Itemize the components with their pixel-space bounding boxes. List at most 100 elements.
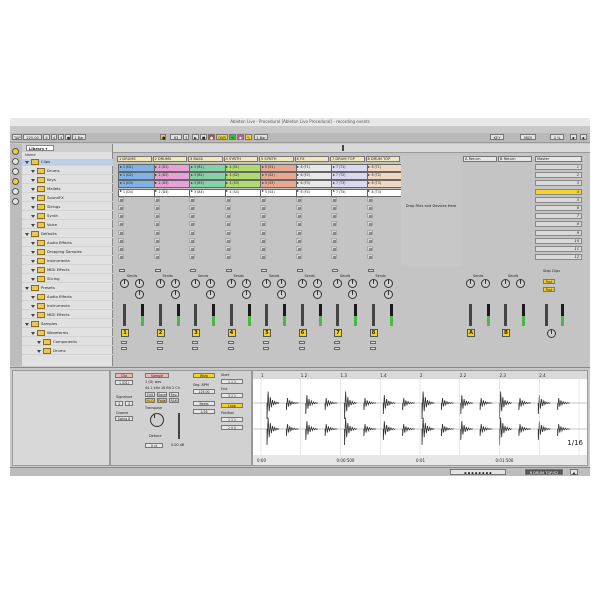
browser-item[interactable]: SoundFX	[22, 195, 119, 202]
expand-triangle-icon[interactable]	[37, 349, 41, 353]
return-activator[interactable]: B	[502, 329, 510, 337]
expand-triangle-icon[interactable]	[31, 205, 35, 209]
clip-play-icon[interactable]	[119, 165, 122, 168]
expand-triangle-icon[interactable]	[31, 187, 35, 191]
solo-button[interactable]	[263, 341, 269, 344]
punch-button[interactable]: ◆	[237, 134, 244, 140]
clip-play-icon[interactable]	[297, 173, 299, 176]
expand-triangle-icon[interactable]	[31, 169, 35, 173]
clip-name-field[interactable]: 1 (D1)	[115, 380, 133, 385]
send-a-knob[interactable]	[135, 279, 144, 288]
clip-play-icon[interactable]	[226, 181, 228, 184]
send-b-knob[interactable]	[277, 290, 286, 299]
clip-slot[interactable]: 7 (T2)	[331, 172, 370, 181]
track-io-button[interactable]	[332, 269, 338, 272]
fade-button[interactable]: Fade	[157, 398, 167, 403]
empty-clip-slot[interactable]	[366, 229, 373, 235]
plugin-browser-icon[interactable]	[12, 168, 19, 175]
track-header[interactable]: 8 DRUM TOP	[365, 156, 400, 162]
expand-triangle-icon[interactable]	[31, 259, 35, 263]
empty-clip-slot[interactable]	[153, 221, 160, 227]
track-activator[interactable]: 4	[227, 329, 236, 337]
clip-slot[interactable]: 5 (S4)	[260, 188, 299, 197]
track-header[interactable]: 2 DRUMS	[152, 156, 187, 162]
track-header[interactable]: 1 DRUMS	[117, 156, 152, 162]
file-browser-1-icon[interactable]	[12, 178, 19, 185]
record-button[interactable]: ●	[208, 134, 215, 140]
clip-play-icon[interactable]	[155, 190, 157, 193]
empty-clip-slot[interactable]	[260, 254, 266, 260]
scene-launch[interactable]: 7	[535, 213, 582, 220]
send-b-knob[interactable]	[383, 290, 393, 299]
expand-triangle-icon[interactable]	[31, 241, 35, 245]
arm-button[interactable]	[156, 347, 163, 350]
track-io-button[interactable]	[367, 269, 374, 272]
empty-clip-slot[interactable]	[260, 213, 266, 219]
warp-button[interactable]: Warp	[193, 373, 215, 378]
detail-toggle-icon[interactable]: ▲	[570, 469, 578, 475]
drop-zone[interactable]: Drop Files and Devices Here	[401, 156, 461, 266]
clip-play-icon[interactable]	[297, 181, 299, 184]
browser-item[interactable]: Components	[22, 339, 125, 346]
empty-clip-slot[interactable]	[118, 196, 124, 202]
clip-play-icon[interactable]	[368, 173, 370, 176]
beat-position[interactable]: 3	[183, 134, 189, 140]
clip-play-icon[interactable]	[119, 173, 122, 176]
empty-clip-slot[interactable]	[118, 254, 124, 260]
post-button[interactable]: Post	[543, 279, 555, 284]
empty-clip-slot[interactable]	[331, 213, 337, 219]
solo-button[interactable]	[298, 341, 305, 344]
key-map-button[interactable]: KEY	[490, 134, 504, 140]
clip-slot[interactable]: 2 (D2)	[153, 172, 192, 181]
volume-fader[interactable]	[265, 304, 268, 326]
clip-slot[interactable]: 1 (D2)	[118, 172, 157, 181]
empty-clip-slot[interactable]	[331, 229, 337, 235]
clip-play-icon[interactable]	[332, 173, 335, 176]
empty-clip-slot[interactable]	[153, 229, 160, 235]
stop-button[interactable]: ■	[200, 134, 207, 140]
solo-button[interactable]	[227, 341, 234, 344]
track-header[interactable]: 4 SYNTH	[223, 156, 258, 162]
return-header[interactable]: B Return	[498, 156, 532, 162]
expand-triangle-icon[interactable]	[31, 295, 35, 299]
clip-slot[interactable]: 7 (T4)	[331, 188, 370, 197]
empty-clip-slot[interactable]	[295, 229, 302, 235]
clip-play-icon[interactable]	[190, 181, 193, 184]
clip-slot[interactable]: 3 (B1)	[189, 164, 228, 172]
browser-item[interactable]: Defaults	[22, 231, 113, 238]
clip-sig-denominator[interactable]: 4	[125, 401, 133, 406]
send-a-knob[interactable]	[277, 279, 286, 288]
pan-knob[interactable]	[226, 279, 236, 288]
track-activator[interactable]: 1	[121, 329, 129, 337]
track-header[interactable]: 3 BASS	[188, 156, 223, 162]
browser-item[interactable]: Clips	[22, 159, 113, 166]
empty-clip-slot[interactable]	[153, 254, 160, 260]
expand-triangle-icon[interactable]	[25, 286, 29, 290]
clip-play-icon[interactable]	[226, 190, 228, 193]
clip-play-icon[interactable]	[297, 190, 299, 193]
send-b-knob[interactable]	[312, 290, 322, 299]
pan-knob[interactable]	[333, 279, 342, 288]
empty-clip-slot[interactable]	[189, 254, 195, 260]
browser-item[interactable]: Synth	[22, 213, 119, 220]
clip-slot[interactable]: 3 (B4)	[189, 188, 228, 197]
empty-clip-slot[interactable]	[118, 229, 124, 235]
empty-clip-slot[interactable]	[189, 229, 195, 235]
empty-clip-slot[interactable]	[295, 213, 302, 219]
scene-launch[interactable]: 9	[535, 229, 582, 236]
return-pan-knob[interactable]	[466, 279, 475, 288]
empty-clip-slot[interactable]	[224, 213, 231, 219]
volume-fader[interactable]	[158, 304, 162, 326]
scene-launch[interactable]: 2	[535, 172, 582, 179]
volume-fader[interactable]	[194, 304, 197, 326]
empty-clip-slot[interactable]	[366, 246, 373, 251]
end-field[interactable]: 3 1 1	[221, 393, 243, 398]
empty-clip-slot[interactable]	[153, 246, 160, 251]
save-button[interactable]: Save	[157, 392, 167, 397]
empty-clip-slot[interactable]	[118, 205, 124, 210]
clip-play-icon[interactable]	[261, 190, 264, 193]
empty-clip-slot[interactable]	[366, 205, 373, 210]
device-browser-icon[interactable]	[12, 158, 19, 165]
return-volume-fader[interactable]	[504, 304, 507, 326]
clip-slot[interactable]: 1 (D1)	[118, 164, 157, 172]
